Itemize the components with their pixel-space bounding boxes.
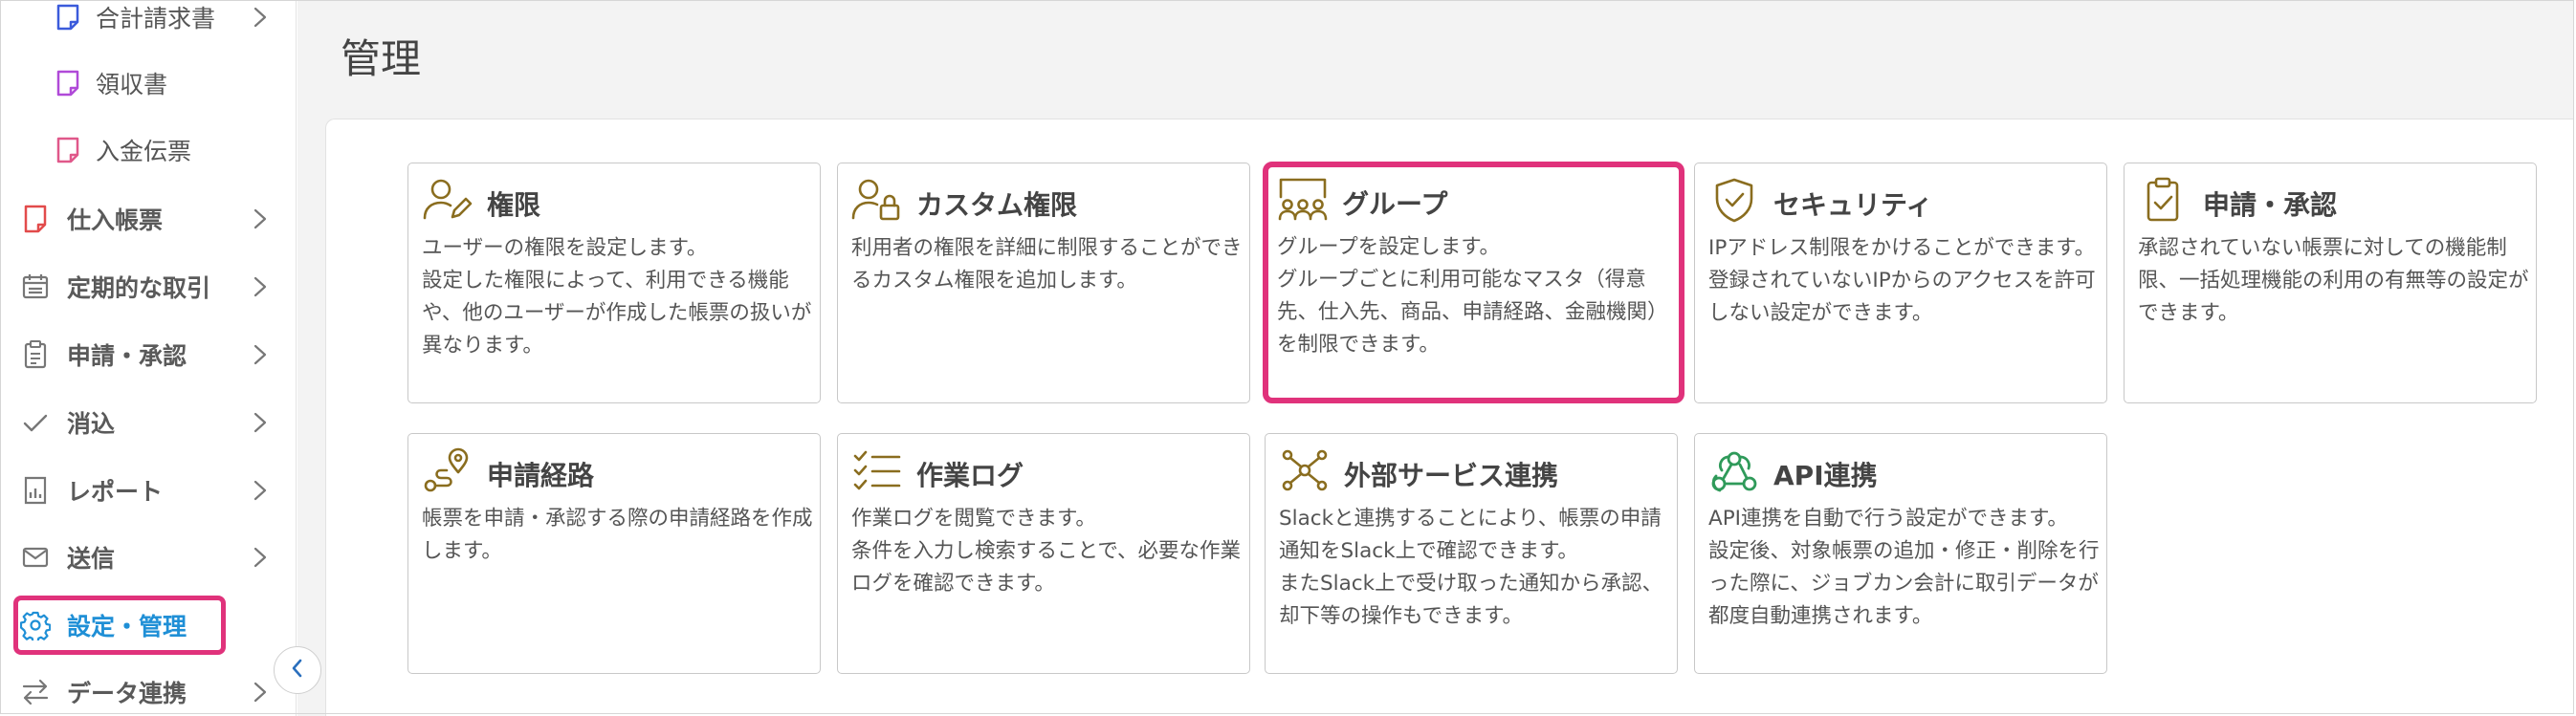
sidebar-item-recurring[interactable]: 定期的な取引 xyxy=(0,258,296,315)
sidebar-item-label: レポート xyxy=(67,478,164,506)
shield-check-icon xyxy=(1708,177,1760,223)
card-approval-settings[interactable]: 申請・承認 承認されていない帳票に対しての機能制限、一括処理機能の利用の有無等の… xyxy=(2124,163,2537,403)
sidebar-collapse-button[interactable] xyxy=(274,646,321,694)
card-description: Slackと連携することにより、帳票の申請通知をSlack上で確認できます。 ま… xyxy=(1279,503,1673,633)
card-description-line: グループを設定します。 xyxy=(1277,235,1501,259)
card-title: API連携 xyxy=(1773,460,1878,491)
sidebar-item-receipt[interactable]: 領収書 xyxy=(0,54,296,112)
group-icon xyxy=(1277,176,1329,222)
card-title: 権限 xyxy=(487,189,541,221)
card-api-integration[interactable]: API連携 API連携を自動で行う設定ができます。 設定後、対象帳票の追加・修正… xyxy=(1694,433,2107,674)
check-icon xyxy=(19,406,52,439)
sidebar-item-label: 領収書 xyxy=(96,71,168,98)
card-activity-log[interactable]: 作業ログ 作業ログを閲覧できます。 条件を入力し検索することで、必要な作業ログを… xyxy=(837,433,1250,674)
highlight-box xyxy=(13,596,226,655)
card-custom-permissions[interactable]: カスタム権限 利用者の権限を詳細に制限することができるカスタム権限を追加します。 xyxy=(837,163,1250,403)
sidebar-item-label: データ連携 xyxy=(67,680,187,707)
card-description-line: 作業ログを閲覧できます。 xyxy=(851,507,1096,531)
chevron-right-icon xyxy=(251,474,270,507)
sidebar-item-data-link[interactable]: データ連携 xyxy=(0,663,296,716)
card-description-line: 設定後、対象帳票の追加・修正・削除を行った際に、ジョブカン会計に取引データが都度… xyxy=(1708,539,2100,628)
network-icon xyxy=(1279,447,1331,493)
sidebar-item-report[interactable]: レポート xyxy=(0,462,296,519)
checklist-icon xyxy=(851,447,903,493)
chevron-right-icon xyxy=(251,541,270,574)
sidebar-item-label: 申請・承認 xyxy=(67,342,187,370)
sidebar-item-label: 仕入帳票 xyxy=(67,206,164,234)
sidebar-item-label: 送信 xyxy=(67,545,116,573)
report-icon xyxy=(19,474,52,507)
card-title: グループ xyxy=(1342,188,1448,220)
chevron-right-icon xyxy=(251,271,270,303)
card-description-line: 登録されていないIPからのアクセスを許可しない設定ができます。 xyxy=(1708,269,2096,325)
webhook-icon xyxy=(1708,447,1760,493)
card-description: API連携を自動で行う設定ができます。 設定後、対象帳票の追加・修正・削除を行っ… xyxy=(1708,503,2103,633)
mail-icon xyxy=(19,541,52,574)
card-security[interactable]: セキュリティ IPアドレス制限をかけることができます。 登録されていないIPから… xyxy=(1694,163,2107,403)
document-icon xyxy=(52,134,84,166)
sidebar-item-approval[interactable]: 申請・承認 xyxy=(0,326,296,383)
card-description-line: 設定した権限によって、利用できる機能や、他のユーザーが作成した帳票の扱いが異なり… xyxy=(422,269,812,358)
document-icon xyxy=(52,67,84,99)
main-content: 管理 権限 ユーザーの権限を設定します。 設定した権限によって、利用できる機能や… xyxy=(297,0,2574,716)
card-title: 作業ログ xyxy=(916,460,1024,491)
document-icon xyxy=(19,203,52,235)
sidebar-item-purchase[interactable]: 仕入帳票 xyxy=(0,190,296,248)
clipboard-icon xyxy=(19,338,52,371)
card-description: ユーザーの権限を設定します。 設定した権限によって、利用できる機能や、他のユーザ… xyxy=(422,232,816,362)
card-title: セキュリティ xyxy=(1773,189,1933,221)
sidebar: 合計請求書 領収書 入金伝票 仕入帳票 定期的な取引 申請・承認 消込 レポート… xyxy=(0,0,297,716)
chevron-right-icon xyxy=(251,406,270,439)
card-permissions[interactable]: 権限 ユーザーの権限を設定します。 設定した権限によって、利用できる機能や、他の… xyxy=(407,163,821,403)
chevron-right-icon xyxy=(251,338,270,371)
sidebar-item-label: 入金伝票 xyxy=(96,138,192,165)
card-title: カスタム権限 xyxy=(916,189,1078,221)
card-description-line: グループごとに利用可能なマスタ（得意先、仕入先、商品、申請経路、金融機関）を制限… xyxy=(1277,268,1668,357)
chevron-right-icon xyxy=(251,1,270,33)
settings-panel: 権限 ユーザーの権限を設定します。 設定した権限によって、利用できる機能や、他の… xyxy=(325,119,2574,716)
card-title: 申請経路 xyxy=(487,460,595,491)
calendar-icon xyxy=(19,271,52,303)
clipboard-check-icon xyxy=(2138,177,2190,223)
card-description-line: 利用者の権限を詳細に制限することができるカスタム権限を追加します。 xyxy=(851,236,1243,293)
sidebar-item-label: 合計請求書 xyxy=(96,5,216,33)
card-description-line: Slackと連携することにより、帳票の申請通知をSlack上で確認できます。 xyxy=(1279,507,1662,563)
card-title: 外部サービス連携 xyxy=(1344,460,1559,491)
card-external-service[interactable]: 外部サービス連携 Slackと連携することにより、帳票の申請通知をSlack上で… xyxy=(1265,433,1678,674)
card-description-line: API連携を自動で行う設定ができます。 xyxy=(1708,507,2068,531)
sidebar-item-label: 定期的な取引 xyxy=(67,274,211,302)
card-description: 作業ログを閲覧できます。 条件を入力し検索することで、必要な作業ログを確認できま… xyxy=(851,503,1245,600)
card-description-line: またSlack上で受け取った通知から承認、却下等の操作もできます。 xyxy=(1279,572,1663,628)
chevron-left-icon xyxy=(288,657,307,683)
card-description-line: 帳票を申請・承認する際の申請経路を作成します。 xyxy=(422,507,813,563)
card-description: IPアドレス制限をかけることができます。 登録されていないIPからのアクセスを許… xyxy=(1708,232,2103,330)
document-icon xyxy=(52,1,84,33)
user-edit-icon xyxy=(422,177,473,223)
sidebar-item-payment-slip[interactable]: 入金伝票 xyxy=(0,121,296,179)
card-description-line: ユーザーの権限を設定します。 xyxy=(422,236,708,260)
card-description: 利用者の権限を詳細に制限することができるカスタム権限を追加します。 xyxy=(851,232,1245,297)
card-description-line: 条件を入力し検索することで、必要な作業ログを確認できます。 xyxy=(851,539,1241,596)
chevron-right-icon xyxy=(251,203,270,235)
card-description-line: 承認されていない帳票に対しての機能制限、一括処理機能の利用の有無等の設定ができま… xyxy=(2138,236,2529,325)
exchange-icon xyxy=(19,676,52,708)
card-title: 申請・承認 xyxy=(2203,189,2338,221)
sidebar-item-send[interactable]: 送信 xyxy=(0,529,296,586)
card-description: 承認されていない帳票に対しての機能制限、一括処理機能の利用の有無等の設定ができま… xyxy=(2138,232,2532,330)
card-approval-route[interactable]: 申請経路 帳票を申請・承認する際の申請経路を作成します。 xyxy=(407,433,821,674)
sidebar-item-reconcile[interactable]: 消込 xyxy=(0,394,296,451)
chevron-right-icon xyxy=(251,676,270,708)
user-lock-icon xyxy=(851,177,903,223)
card-description: グループを設定します。 グループごとに利用可能なマスタ（得意先、仕入先、商品、申… xyxy=(1277,231,1671,361)
route-icon xyxy=(422,447,473,493)
page-title: 管理 xyxy=(341,35,422,82)
sidebar-item-total-invoice[interactable]: 合計請求書 xyxy=(0,0,296,46)
card-group[interactable]: グループ グループを設定します。 グループごとに利用可能なマスタ（得意先、仕入先… xyxy=(1263,162,1684,403)
sidebar-item-label: 消込 xyxy=(67,410,116,438)
card-description: 帳票を申請・承認する際の申請経路を作成します。 xyxy=(422,503,816,568)
card-description-line: IPアドレス制限をかけることができます。 xyxy=(1708,236,2096,260)
